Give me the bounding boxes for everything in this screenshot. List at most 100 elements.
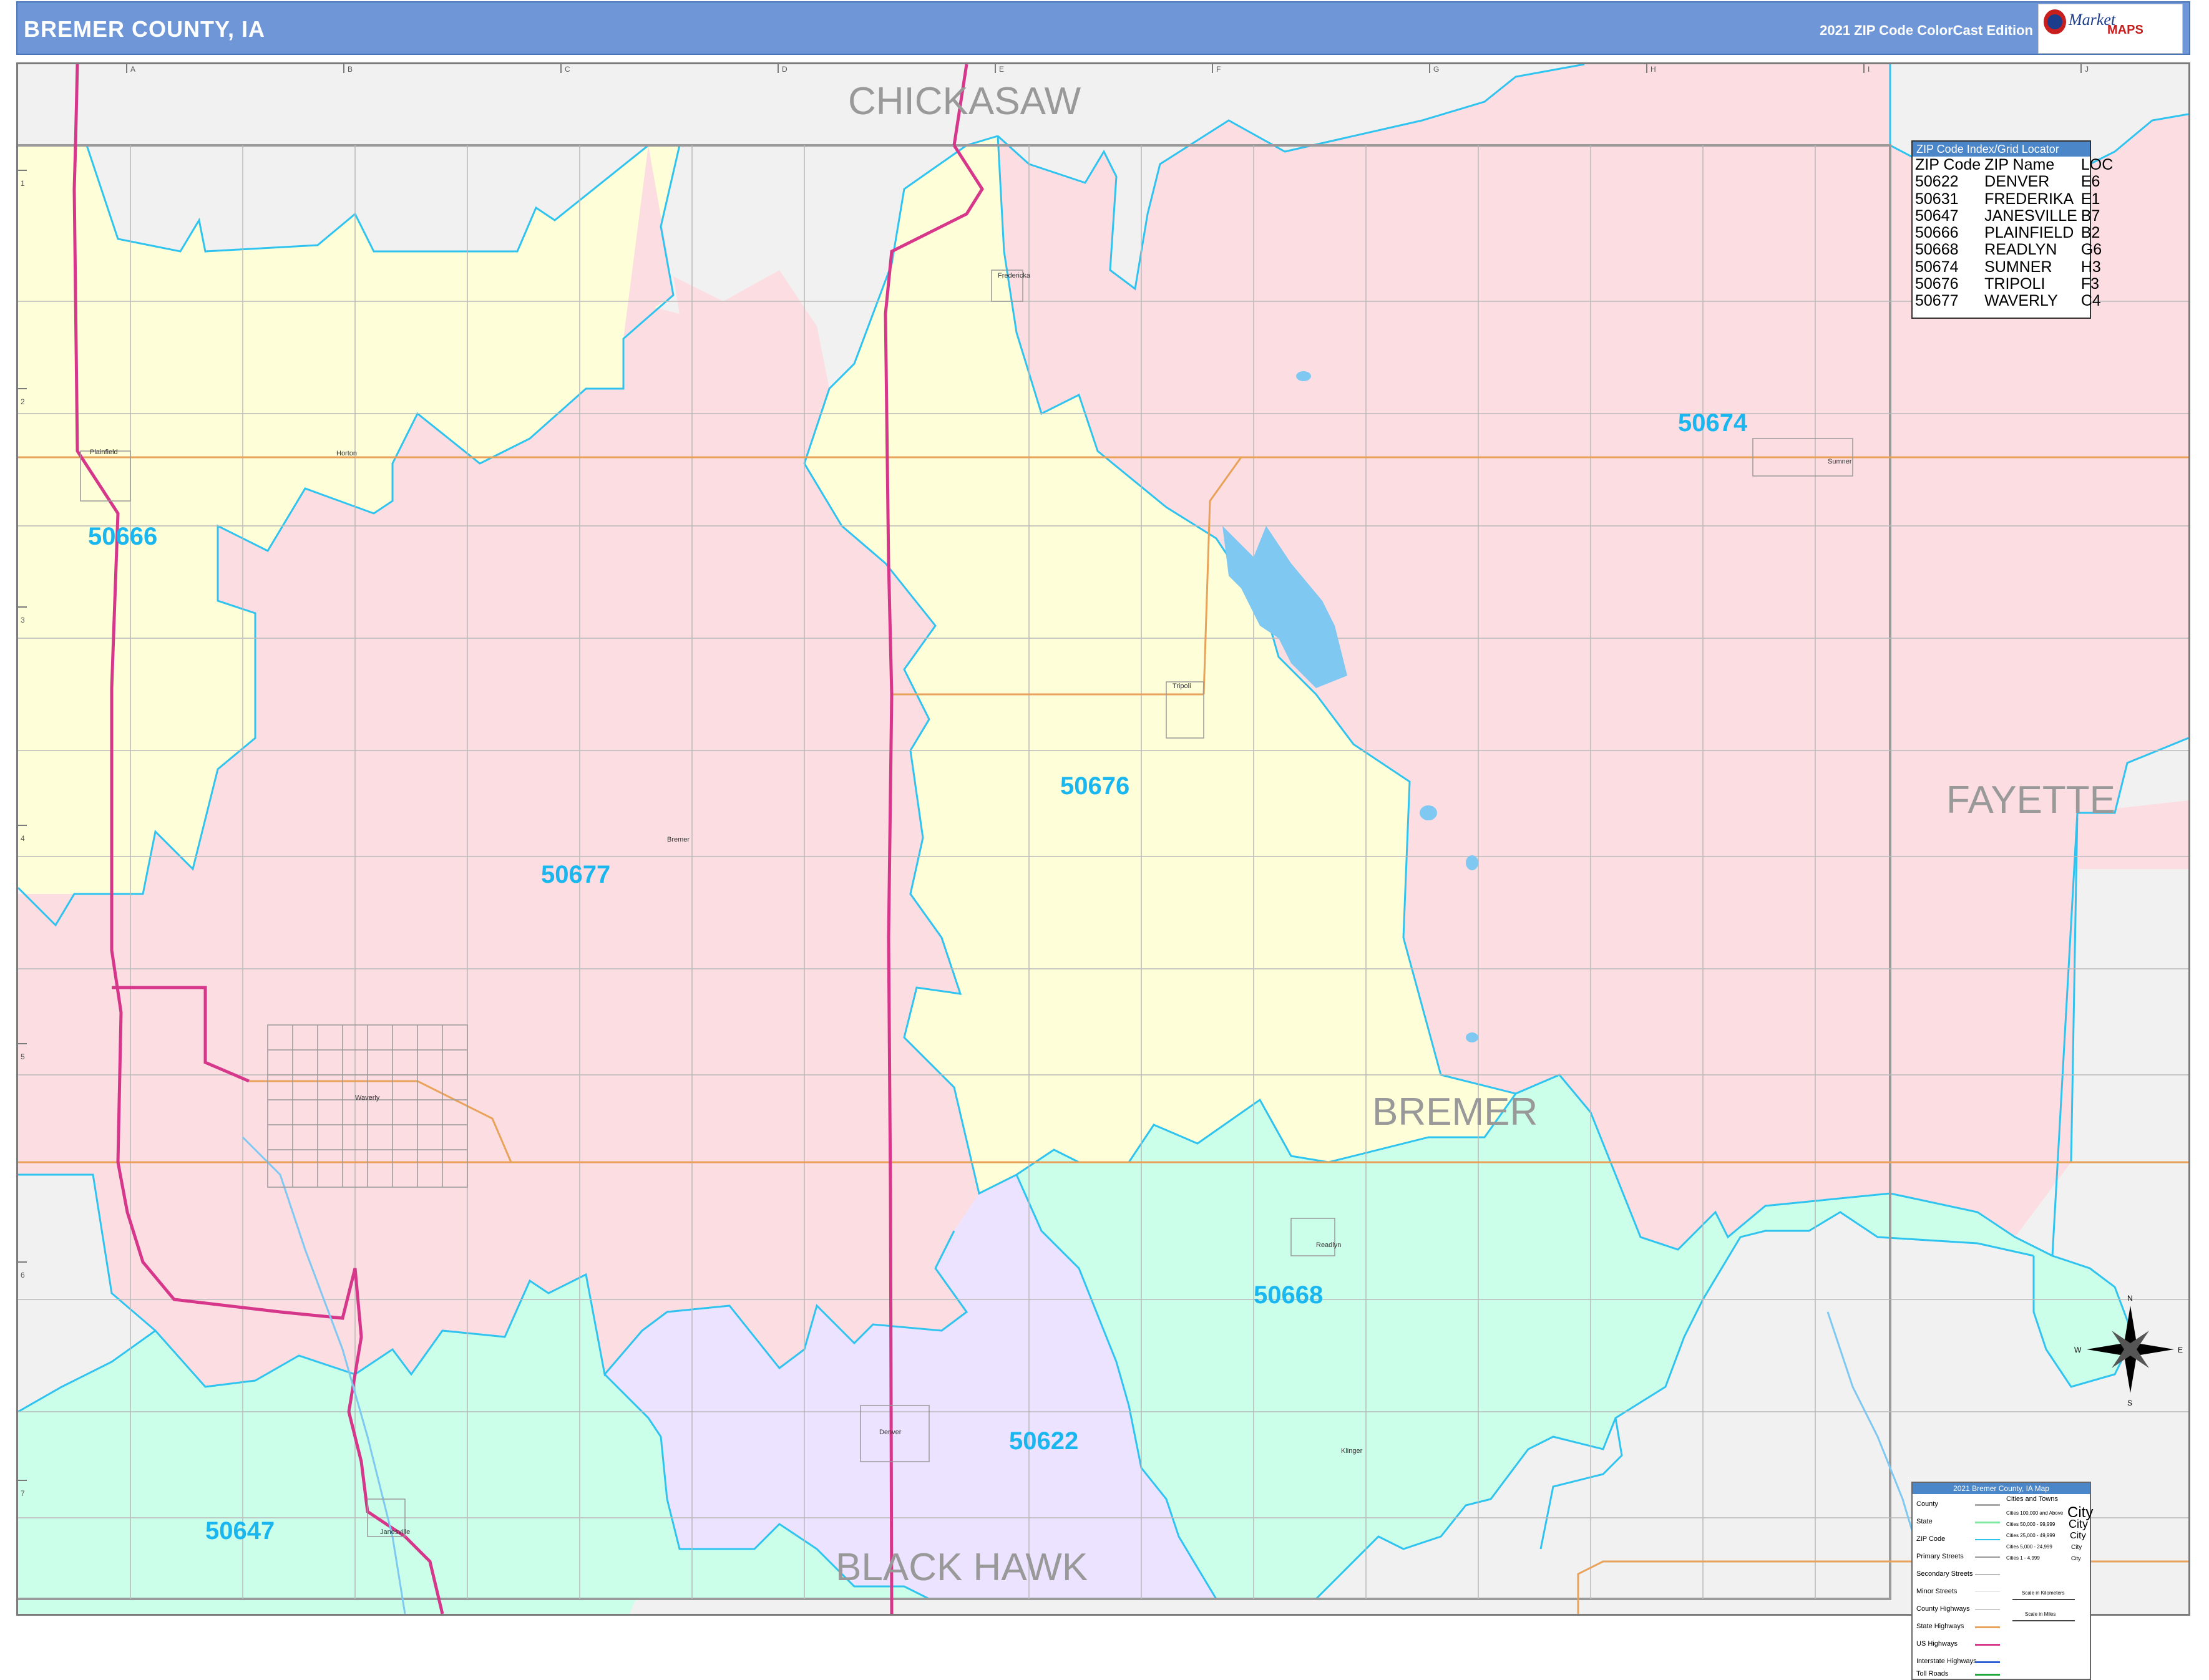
town-label-janesville: Janesville bbox=[380, 1528, 410, 1536]
county-label-black-hawk: BLACK HAWK bbox=[836, 1546, 1088, 1589]
legend-swatch-interstate bbox=[1975, 1661, 2000, 1663]
zip-code-cell: 50666 bbox=[1915, 224, 1959, 242]
town-label-denver: Denver bbox=[879, 1429, 902, 1436]
legend-city-class-1: Cities 100,000 and Above bbox=[2006, 1510, 2064, 1516]
table-row: 50668 READLYN G6 bbox=[1914, 241, 2115, 259]
legend-item-zip: ZIP Code bbox=[1916, 1535, 1946, 1543]
pond bbox=[1466, 1032, 1478, 1042]
grid-col-e: E bbox=[999, 65, 1004, 74]
zip-loc-cell: F3 bbox=[2080, 275, 2100, 293]
grid-col-j: J bbox=[2085, 65, 2089, 74]
table-row: 50666 PLAINFIELD B2 bbox=[1914, 224, 2115, 242]
map-legend: 2021 Bremer County, IA Map County State … bbox=[1911, 1482, 2093, 1680]
county-label-fayette: FAYETTE bbox=[1946, 779, 2115, 822]
grid-row-6: 6 bbox=[21, 1271, 25, 1279]
legend-item-county-hwy: County Highways bbox=[1916, 1605, 1970, 1613]
zip-index-col-loc: LOC bbox=[2080, 156, 2114, 173]
market-maps-logo[interactable]: Market MAPS bbox=[2038, 4, 2183, 54]
zip-loc-cell: G6 bbox=[2080, 241, 2102, 259]
table-row: 50677 WAVERLY C4 bbox=[1914, 292, 2115, 310]
grid-col-f: F bbox=[1216, 65, 1221, 74]
zip-code-cell: 50676 bbox=[1915, 275, 1959, 293]
zip-name-cell: PLAINFIELD bbox=[1984, 224, 2074, 242]
zip-name-cell: JANESVILLE bbox=[1984, 206, 2077, 225]
legend-swatch-state bbox=[1975, 1522, 2000, 1523]
table-row: 50622 DENVER E6 bbox=[1914, 173, 2115, 190]
zip-loc-cell: E1 bbox=[2080, 190, 2100, 208]
legend-swatch-primary bbox=[1975, 1556, 2000, 1558]
legend-swatch-zip bbox=[1975, 1539, 2000, 1540]
header-bar: BREMER COUNTY, IA 2021 ZIP Code ColorCas… bbox=[16, 1, 2190, 55]
zip-name-cell: DENVER bbox=[1984, 173, 2050, 191]
town-label-tripoli: Tripoli bbox=[1173, 682, 1191, 690]
legend-item-primary: Primary Streets bbox=[1916, 1553, 1964, 1560]
zip-index-col-zip: ZIP Code bbox=[1915, 156, 1981, 173]
legend-scale-mi: Scale in Miles bbox=[2025, 1611, 2056, 1617]
zip-name-cell: READLYN bbox=[1984, 241, 2057, 259]
logo-text-maps: MAPS bbox=[2107, 23, 2143, 37]
zip-loc-cell: E6 bbox=[2080, 173, 2100, 191]
legend-city-sample-4: City bbox=[2071, 1544, 2082, 1551]
legend-item-secondary: Secondary Streets bbox=[1916, 1570, 1973, 1578]
zip-loc-cell: C4 bbox=[2080, 292, 2101, 310]
zip-loc-cell: B2 bbox=[2080, 224, 2100, 242]
zip-loc-cell: B7 bbox=[2080, 206, 2100, 225]
zip-label-50668: 50668 bbox=[1254, 1281, 1323, 1309]
table-row: 50647 JANESVILLE B7 bbox=[1914, 206, 2115, 225]
zip-index-table: ZIP Code Index/Grid Locator ZIP Code ZIP… bbox=[1911, 140, 2113, 319]
zip-label-50674: 50674 bbox=[1678, 409, 1748, 437]
legend-item-state: State bbox=[1916, 1518, 1933, 1525]
legend-swatch-toll bbox=[1975, 1674, 2000, 1676]
legend-swatch-minor bbox=[1975, 1591, 2000, 1592]
grid-row-1: 1 bbox=[21, 179, 25, 188]
zip-label-50676: 50676 bbox=[1060, 772, 1129, 800]
legend-swatch-secondary bbox=[1975, 1574, 2000, 1575]
map-canvas[interactable]: A B C D E F G H I J 1 2 3 4 5 6 7 CHICKA… bbox=[18, 64, 2188, 1614]
grid-row-3: 3 bbox=[21, 616, 25, 624]
town-label-plainfield: Plainfield bbox=[90, 449, 118, 456]
zip-label-50647: 50647 bbox=[205, 1517, 275, 1545]
legend-swatch-state-hwy bbox=[1975, 1626, 2000, 1628]
legend-item-toll: Toll Roads bbox=[1916, 1670, 1949, 1678]
grid-row-7: 7 bbox=[21, 1489, 25, 1498]
county-label-chickasaw: CHICKASAW bbox=[848, 80, 1081, 123]
map-frame: A B C D E F G H I J 1 2 3 4 5 6 7 CHICKA… bbox=[16, 62, 2190, 1680]
grid-row-2: 2 bbox=[21, 397, 25, 406]
legend-city-class-5: Cities 1 - 4,999 bbox=[2006, 1555, 2040, 1561]
legend-swatch-county bbox=[1975, 1504, 2000, 1506]
town-label-fredericka: Fredericka bbox=[998, 272, 1031, 279]
legend-city-sample-2: City bbox=[2069, 1518, 2088, 1530]
legend-city-class-3: Cities 25,000 - 49,999 bbox=[2006, 1533, 2055, 1538]
grid-col-a: A bbox=[130, 65, 135, 74]
map-title: BREMER COUNTY, IA bbox=[24, 16, 266, 42]
compass-e-label: E bbox=[2178, 1346, 2183, 1354]
legend-item-us-hwy: US Highways bbox=[1916, 1640, 1958, 1648]
town-label-waverly: Waverly bbox=[355, 1094, 380, 1102]
town-label-klinger: Klinger bbox=[1341, 1447, 1363, 1455]
pond bbox=[1296, 371, 1311, 381]
zip-code-cell: 50647 bbox=[1915, 206, 1959, 225]
legend-item-county: County bbox=[1916, 1500, 1938, 1508]
pond bbox=[1466, 855, 1478, 870]
town-label-readlyn: Readlyn bbox=[1316, 1241, 1341, 1249]
grid-row-4: 4 bbox=[21, 834, 25, 843]
legend-scale-km: Scale in Kilometers bbox=[2022, 1590, 2065, 1596]
legend-city-class-2: Cities 50,000 - 99,999 bbox=[2006, 1522, 2055, 1527]
legend-city-class-4: Cities 5,000 - 24,999 bbox=[2006, 1544, 2052, 1550]
table-row: 50674 SUMNER H3 bbox=[1914, 258, 2115, 276]
town-label-sumner: Sumner bbox=[1828, 458, 1852, 465]
legend-scale-km-bar bbox=[2012, 1599, 2075, 1600]
legend-cities-title: Cities and Towns bbox=[2006, 1495, 2058, 1503]
legend-city-sample-5: City bbox=[2071, 1555, 2081, 1561]
table-row: 50631 FREDERIKA E1 bbox=[1914, 190, 2115, 208]
county-label-bremer: BREMER bbox=[1372, 1090, 1538, 1134]
zip-area-50647-south bbox=[18, 1599, 636, 1614]
zip-label-50677: 50677 bbox=[541, 861, 610, 888]
compass-n-label: N bbox=[2127, 1294, 2133, 1303]
legend-scale-mi-bar bbox=[2012, 1620, 2075, 1621]
grid-row-5: 5 bbox=[21, 1052, 25, 1061]
legend-title: 2021 Bremer County, IA Map bbox=[1913, 1483, 2090, 1494]
zip-code-cell: 50677 bbox=[1915, 292, 1959, 310]
grid-col-d: D bbox=[782, 65, 788, 74]
grid-col-h: H bbox=[1651, 65, 1656, 74]
